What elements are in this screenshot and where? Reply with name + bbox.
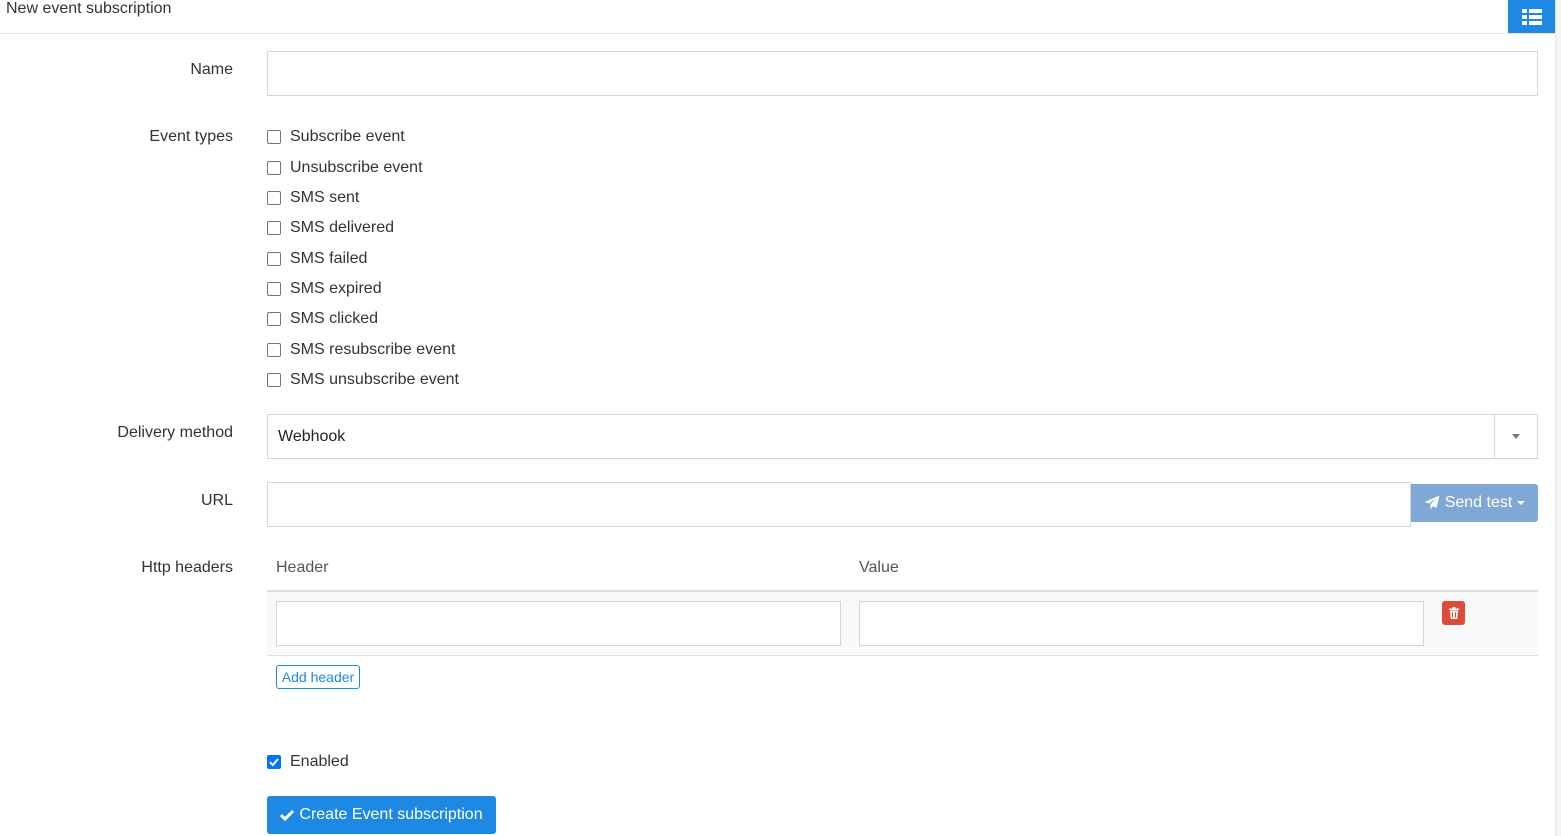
checkbox[interactable] [267,221,281,235]
list-view-button[interactable] [1508,0,1555,33]
event-type-sms-unsubscribe[interactable]: SMS unsubscribe event [267,369,459,391]
create-button-label: Create Event subscription [299,806,483,823]
page-header: New event subscription [0,0,1555,34]
checkbox-label: SMS sent [290,189,360,206]
header-name-input[interactable] [276,601,841,646]
checkbox-label: Subscribe event [290,128,405,145]
paper-plane-icon [1424,495,1440,510]
delivery-method-select[interactable]: Webhook [267,414,1538,459]
checkbox[interactable] [267,312,281,326]
checkbox-label: SMS expired [290,280,382,297]
enabled-label: Enabled [290,753,349,770]
event-type-sms-delivered[interactable]: SMS delivered [267,217,394,239]
delete-header-button[interactable] [1442,601,1465,625]
column-header-header: Header [276,559,329,576]
checkbox-label: SMS clicked [290,310,379,327]
delivery-method-label: Delivery method [117,424,233,441]
chevron-down-icon [1512,434,1520,439]
checkbox-label: SMS delivered [290,219,395,236]
dropdown-toggle[interactable] [1494,415,1537,458]
page-title: New event subscription [6,0,172,17]
checkbox[interactable] [267,343,281,357]
checkbox[interactable] [267,282,281,296]
event-type-sms-sent[interactable]: SMS sent [267,187,359,209]
check-icon [280,809,295,821]
add-header-button[interactable]: Add header [276,665,360,689]
url-label: URL [200,492,233,509]
header-value-input[interactable] [859,601,1424,646]
checkbox[interactable] [267,130,281,144]
column-header-value: Value [859,559,899,576]
checkbox[interactable] [267,191,281,205]
checkbox-label: SMS resubscribe event [290,341,456,358]
checkbox-label: Unsubscribe event [290,159,423,176]
checkmark-icon [269,758,279,767]
checkbox[interactable] [267,252,281,266]
checkbox[interactable] [267,373,281,387]
http-headers-label: Http headers [141,559,233,576]
selected-value: Webhook [278,428,346,445]
caret-down-icon [1517,501,1526,505]
checkbox-label: SMS failed [290,250,368,267]
event-type-sms-failed[interactable]: SMS failed [267,248,367,270]
name-label: Name [190,61,233,78]
name-input[interactable] [267,51,1538,96]
event-type-sms-expired[interactable]: SMS expired [267,278,382,300]
url-input[interactable] [267,482,1411,527]
event-type-subscribe[interactable]: Subscribe event [267,126,405,148]
checkbox[interactable] [267,161,281,175]
send-test-label: Send test [1444,494,1513,511]
event-type-sms-clicked[interactable]: SMS clicked [267,308,378,330]
enabled-toggle[interactable]: Enabled [267,751,349,773]
event-types-label: Event types [149,128,233,145]
enabled-checkbox[interactable] [267,755,281,769]
event-type-sms-resubscribe[interactable]: SMS resubscribe event [267,339,455,361]
checkbox-label: SMS unsubscribe event [290,371,459,388]
send-test-button[interactable]: Send test [1411,484,1538,522]
list-icon [1521,8,1542,25]
create-event-subscription-button[interactable]: Create Event subscription [267,796,496,834]
trash-icon [1448,607,1459,619]
event-type-unsubscribe[interactable]: Unsubscribe event [267,157,423,179]
scrollbar[interactable] [1555,0,1561,836]
